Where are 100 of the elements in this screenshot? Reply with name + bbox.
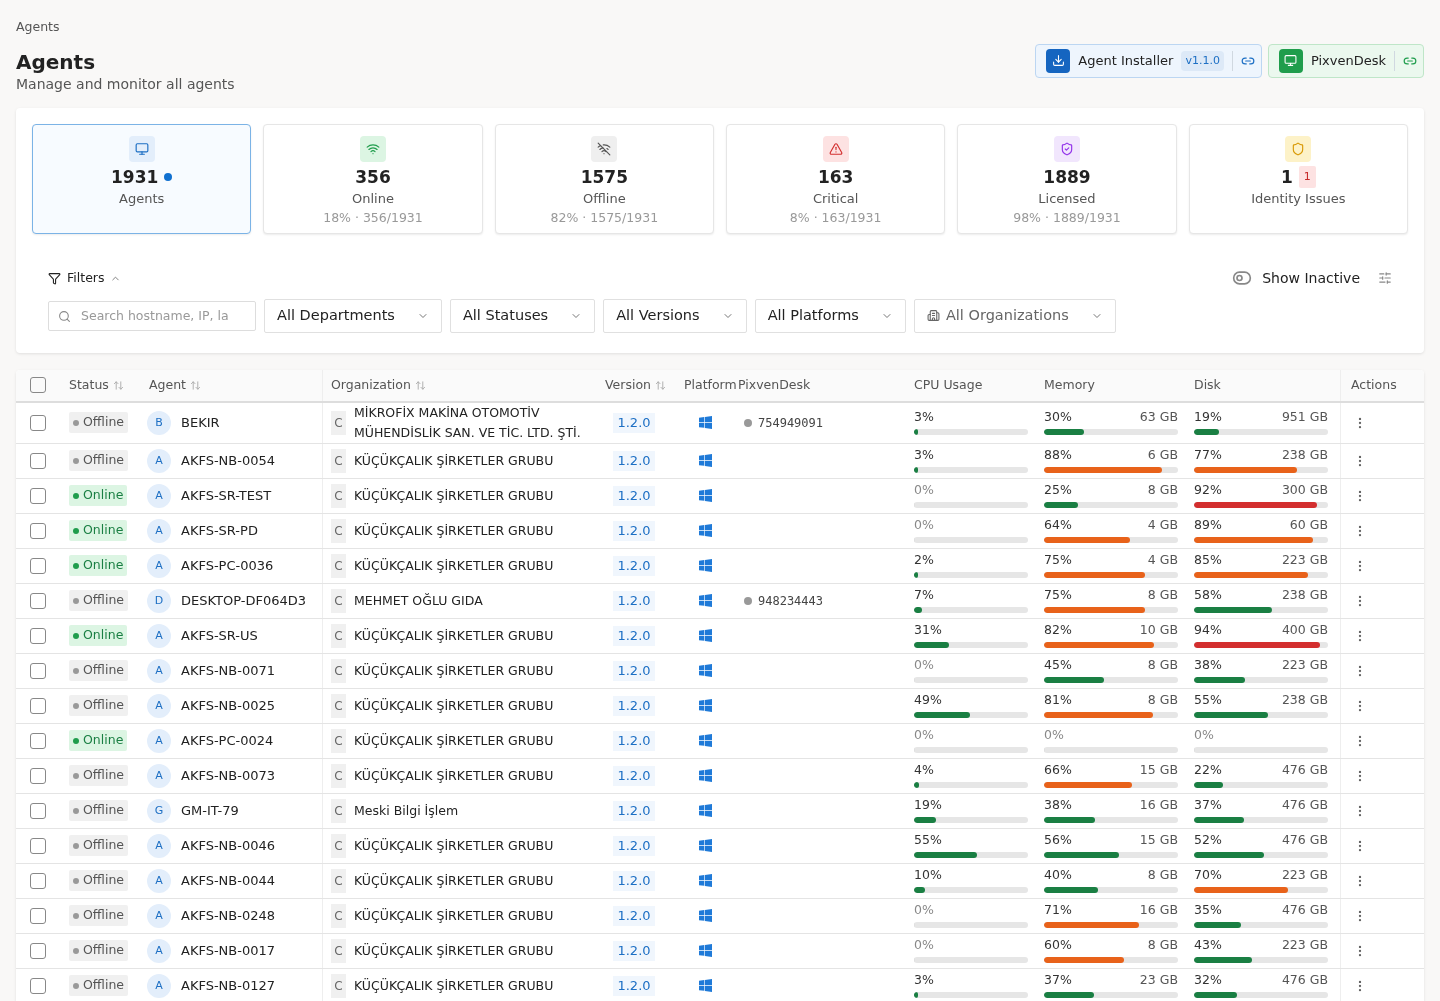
agent-name[interactable]: AKFS-NB-0044 (181, 871, 276, 891)
capacity: 15 GB (1139, 834, 1178, 847)
agent-installer-button[interactable]: Agent Installer v1.1.0 (1035, 43, 1262, 78)
agent-name[interactable]: AKFS-SR-TEST (181, 486, 272, 506)
row-checkbox[interactable] (29, 942, 46, 959)
table-row[interactable]: Online A AKFS-PC-0036 C KÜÇÜKÇALIK ŞİRKETLER GRUBU 1.2.0 2% 75% 4 GB 85% 223 GB (16, 548, 1424, 584)
row-checkbox[interactable] (29, 522, 46, 539)
stat-card[interactable]: 1889 Licensed 98% · 1889/1931 (957, 123, 1177, 234)
table-row[interactable]: Online A AKFS-SR-PD C KÜÇÜKÇALIK ŞİRKETLER GRUBU 1.2.0 0% 64% 4 GB 89% 60 GB (16, 513, 1424, 549)
agent-name[interactable]: AKFS-SR-US (181, 626, 258, 646)
stat-label: Licensed (1038, 189, 1096, 208)
stat-card[interactable]: 356 Online 18% · 356/1931 (263, 123, 483, 234)
select-all-checkbox[interactable] (29, 377, 46, 394)
search-field[interactable]: Search hostname, IP, la (48, 300, 256, 331)
agent-name[interactable]: AKFS-PC-0036 (181, 556, 274, 576)
column-header[interactable]: Version (605, 375, 651, 395)
status-badge: Offline (69, 940, 128, 962)
row-checkbox[interactable] (29, 837, 46, 854)
row-checkbox[interactable] (29, 977, 46, 994)
agent-name[interactable]: AKFS-NB-0071 (181, 661, 276, 681)
capacity: 8 GB (1147, 589, 1178, 602)
table-row[interactable]: Online A AKFS-SR-US C KÜÇÜKÇALIK ŞİRKETLER GRUBU 1.2.0 31% 82% 10 GB 94% 400 GB (16, 618, 1424, 654)
agent-name[interactable]: AKFS-NB-0054 (181, 451, 276, 471)
agent-avatar: A (147, 763, 171, 788)
row-checkbox[interactable] (29, 767, 46, 784)
agent-name[interactable]: AKFS-NB-0073 (181, 766, 276, 786)
row-checkbox[interactable] (29, 662, 46, 679)
agent-name[interactable]: DESKTOP-DF064D3 (181, 591, 306, 611)
capacity: 4 GB (1147, 519, 1178, 532)
filters-toggle[interactable]: Filters (48, 268, 122, 288)
capacity: 238 GB (1281, 449, 1328, 462)
usage-percent: 3% (914, 411, 934, 424)
row-checkbox[interactable] (29, 872, 46, 889)
pixvendesk-id[interactable]: 948234443 (758, 591, 824, 610)
row-checkbox[interactable] (29, 802, 46, 819)
stat-label: Offline (583, 189, 626, 208)
settings-icon[interactable] (1378, 271, 1392, 286)
agent-name[interactable]: AKFS-NB-0025 (181, 696, 276, 716)
sort-icon[interactable] (190, 379, 201, 391)
usage-percent: 19% (914, 799, 942, 812)
table-row[interactable]: Offline A AKFS-NB-0127 C KÜÇÜKÇALIK ŞİRKETLER GRUBU 1.2.0 3% 37% 23 GB 32% 476 GB (16, 968, 1424, 1001)
row-checkbox[interactable] (29, 627, 46, 644)
filter-dropdown[interactable]: All Versions (603, 298, 747, 333)
row-checkbox[interactable] (29, 487, 46, 504)
usage-percent: 10% (914, 869, 942, 882)
table-row[interactable]: Online A AKFS-SR-TEST C KÜÇÜKÇALIK ŞİRKETLER GRUBU 1.2.0 0% 25% 8 GB 92% 300 GB (16, 478, 1424, 514)
row-checkbox[interactable] (29, 907, 46, 924)
sort-icon[interactable] (654, 379, 666, 391)
row-checkbox[interactable] (29, 452, 46, 469)
agent-name[interactable]: AKFS-NB-0046 (181, 836, 276, 856)
table-row[interactable]: Offline D DESKTOP-DF064D3 C MEHMET OĞLU GIDA 1.2.0 948234443 7% 75% 8 GB 58% 238 GB (16, 583, 1424, 619)
sort-icon[interactable] (414, 379, 426, 391)
capacity: 400 GB (1281, 624, 1328, 637)
filter-dropdown[interactable]: All Statuses (449, 298, 596, 333)
row-checkbox[interactable] (29, 592, 46, 609)
table-row[interactable]: Offline A AKFS-NB-0073 C KÜÇÜKÇALIK ŞİRKETLER GRUBU 1.2.0 4% 66% 15 GB 22% 476 GB (16, 758, 1424, 794)
stat-card[interactable]: 1931 Agents (32, 123, 252, 234)
row-checkbox[interactable] (29, 414, 46, 431)
pixvendesk-id[interactable]: 754949091 (758, 413, 824, 432)
agent-name[interactable]: AKFS-SR-PD (181, 521, 258, 541)
table-row[interactable]: Offline G GM-IT-79 C Meski Bilgi İşlem 1.2.0 19% 38% 16 GB 37% 476 GB (16, 793, 1424, 829)
org-avatar: C (331, 658, 346, 683)
usage-percent: 38% (1194, 659, 1222, 672)
agent-name[interactable]: GM-IT-79 (181, 801, 239, 821)
column-header[interactable]: Organization (331, 375, 411, 395)
filter-dropdown[interactable]: All Departments (264, 298, 442, 333)
filter-dropdown[interactable]: All Platforms (754, 298, 906, 333)
version-badge: v1.1.0 (1181, 50, 1224, 71)
table-row[interactable]: Offline A AKFS-NB-0054 C KÜÇÜKÇALIK ŞİRKETLER GRUBU 1.2.0 3% 88% 6 GB 77% 238 GB (16, 443, 1424, 479)
column-header[interactable]: Agent (149, 375, 186, 395)
table-row[interactable]: Offline B BEKIR C MİKROFİX MAKİNA OTOMOTİV MÜHENDİSLİK SAN. VE TİC. LTD. ŞTİ. 1.2.0 754949091 3% 30% 63 GB 19% 951 GB (16, 402, 1424, 444)
table-row[interactable]: Online A AKFS-PC-0024 C KÜÇÜKÇALIK ŞİRKETLER GRUBU 1.2.0 0% 0% 0% (16, 723, 1424, 759)
status-badge: Offline (69, 660, 128, 682)
pixvendesk-button[interactable]: PixvenDesk (1267, 43, 1424, 78)
table-row[interactable]: Offline A AKFS-NB-0046 C KÜÇÜKÇALIK ŞİRKETLER GRUBU 1.2.0 55% 56% 15 GB 52% 476 GB (16, 828, 1424, 864)
breadcrumb[interactable]: Agents (16, 18, 1424, 37)
column-header[interactable]: Status (69, 375, 109, 395)
agent-avatar: A (147, 973, 171, 998)
stat-card[interactable]: 163 Critical 8% · 163/1931 (726, 123, 946, 234)
stat-card[interactable]: 1575 Offline 82% · 1575/1931 (494, 123, 714, 234)
filter-dropdown[interactable]: All Organizations (913, 298, 1116, 333)
agent-name[interactable]: BEKIR (181, 413, 220, 433)
capacity: 16 GB (1139, 904, 1178, 917)
stat-card[interactable]: 1 1 Identity Issues (1188, 123, 1408, 234)
table-row[interactable]: Offline A AKFS-NB-0017 C KÜÇÜKÇALIK ŞİRKETLER GRUBU 1.2.0 0% 60% 8 GB 43% 223 GB (16, 933, 1424, 969)
agent-name[interactable]: AKFS-NB-0127 (181, 976, 276, 996)
row-checkbox[interactable] (29, 557, 46, 574)
table-row[interactable]: Offline A AKFS-NB-0071 C KÜÇÜKÇALIK ŞİRKETLER GRUBU 1.2.0 0% 45% 8 GB 38% 223 GB (16, 653, 1424, 689)
row-checkbox[interactable] (29, 697, 46, 714)
table-row[interactable]: Offline A AKFS-NB-0248 C KÜÇÜKÇALIK ŞİRKETLER GRUBU 1.2.0 0% 71% 16 GB 35% 476 GB (16, 898, 1424, 934)
stat-label: Critical (812, 189, 859, 208)
agent-name[interactable]: AKFS-PC-0024 (181, 731, 274, 751)
org-avatar: C (331, 410, 346, 435)
windows-icon (699, 839, 712, 853)
agent-name[interactable]: AKFS-NB-0017 (181, 941, 276, 961)
table-row[interactable]: Offline A AKFS-NB-0044 C KÜÇÜKÇALIK ŞİRKETLER GRUBU 1.2.0 10% 40% 8 GB 70% 223 GB (16, 863, 1424, 899)
sort-icon[interactable] (112, 379, 124, 391)
row-checkbox[interactable] (29, 732, 46, 749)
table-row[interactable]: Offline A AKFS-NB-0025 C KÜÇÜKÇALIK ŞİRKETLER GRUBU 1.2.0 49% 81% 8 GB 55% 238 GB (16, 688, 1424, 724)
agent-name[interactable]: AKFS-NB-0248 (181, 906, 276, 926)
